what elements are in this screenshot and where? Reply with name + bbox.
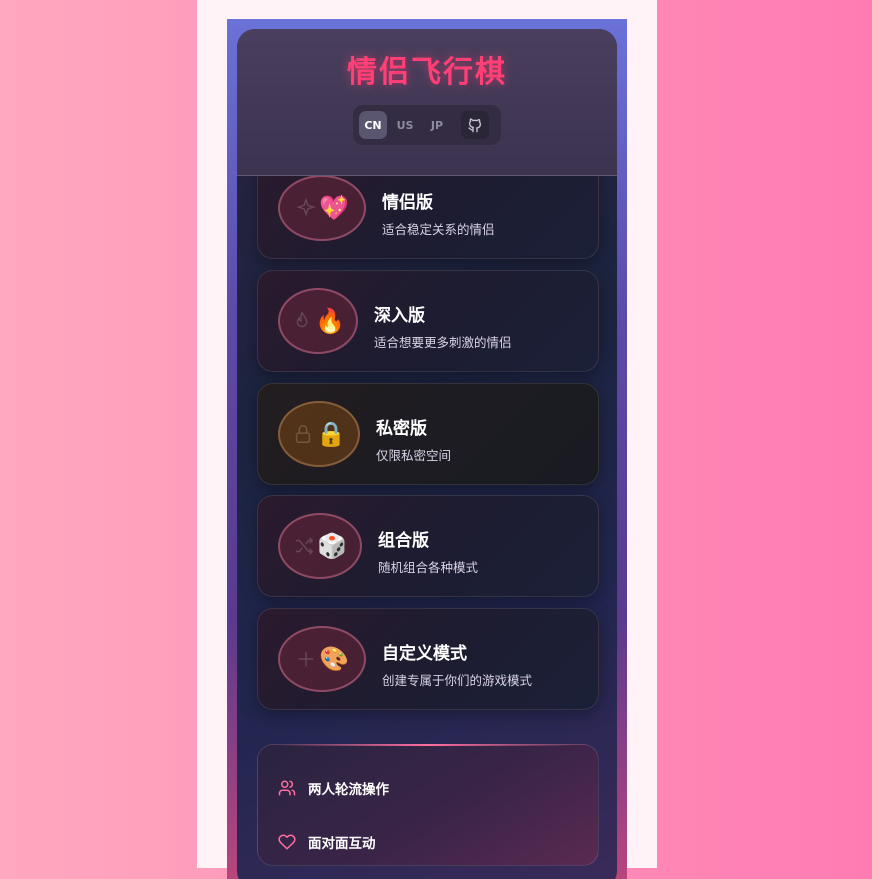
- app-panel: 情侣飞行棋 CN US JP 💖 情侣版 适合稳定关系的情侣 🔥 深入版 适合想…: [237, 29, 617, 879]
- mode-desc: 适合想要更多刺激的情侣: [374, 335, 512, 350]
- users-icon: [278, 780, 296, 796]
- lang-cn-button[interactable]: CN: [359, 111, 387, 139]
- lock-icon: [295, 425, 311, 443]
- mode-name: 私密版: [376, 419, 427, 439]
- mode-desc: 适合稳定关系的情侣: [382, 222, 495, 237]
- mode-icon-badge: 🔥: [278, 288, 358, 354]
- mode-text: 情侣版 适合稳定关系的情侣: [382, 188, 495, 238]
- mode-icon-badge: 🎨: [278, 626, 366, 692]
- dice-icon: 🎲: [317, 532, 347, 560]
- plus-icon: [298, 651, 314, 667]
- feature-item: 面对面互动: [278, 832, 376, 852]
- mode-icon-badge: 💖: [278, 175, 366, 241]
- header: 情侣飞行棋 CN US JP: [237, 29, 617, 176]
- mode-text: 私密版 仅限私密空间: [376, 414, 451, 464]
- lang-jp-button[interactable]: JP: [423, 111, 451, 139]
- mode-text: 组合版 随机组合各种模式: [378, 526, 478, 576]
- mode-card-private[interactable]: 🔒 私密版 仅限私密空间: [257, 383, 599, 485]
- mode-desc: 随机组合各种模式: [378, 560, 479, 575]
- page-container: 情侣飞行棋 CN US JP 💖 情侣版 适合稳定关系的情侣 🔥 深入版 适合想…: [197, 0, 657, 879]
- palette-icon: 🎨: [319, 645, 349, 673]
- shuffle-icon: [295, 537, 314, 555]
- app-frame: 情侣飞行棋 CN US JP 💖 情侣版 适合稳定关系的情侣 🔥 深入版 适合想…: [227, 19, 627, 879]
- mode-name: 自定义模式: [382, 644, 467, 664]
- mode-card-combo[interactable]: 🎲 组合版 随机组合各种模式: [257, 495, 599, 597]
- feature-item: 两人轮流操作: [278, 778, 389, 798]
- feature-label: 两人轮流操作: [308, 782, 389, 798]
- feature-label: 面对面互动: [308, 836, 376, 852]
- mode-icon-badge: 🎲: [278, 513, 362, 579]
- mode-card-deep[interactable]: 🔥 深入版 适合想要更多刺激的情侣: [257, 270, 599, 372]
- mode-name: 组合版: [378, 531, 429, 551]
- github-button[interactable]: [461, 111, 489, 139]
- fire-icon: 🔥: [315, 307, 345, 335]
- lang-us-button[interactable]: US: [391, 111, 419, 139]
- mode-name: 情侣版: [382, 193, 433, 213]
- mode-icon-badge: 🔒: [278, 401, 360, 467]
- mode-text: 自定义模式 创建专属于你们的游戏模式: [382, 639, 532, 689]
- padlock-icon: 🔒: [316, 420, 346, 448]
- flame-icon: [296, 311, 308, 328]
- language-switcher: CN US JP: [353, 105, 501, 145]
- mode-name: 深入版: [374, 306, 425, 326]
- mode-card-custom[interactable]: 🎨 自定义模式 创建专属于你们的游戏模式: [257, 608, 599, 710]
- features-panel: 两人轮流操作 面对面互动: [257, 744, 599, 866]
- sparkling-heart-icon: 💖: [319, 194, 349, 222]
- sparkles-icon: [296, 197, 316, 217]
- mode-desc: 创建专属于你们的游戏模式: [382, 673, 533, 688]
- mode-text: 深入版 适合想要更多刺激的情侣: [374, 301, 512, 351]
- mode-desc: 仅限私密空间: [376, 448, 452, 463]
- heart-icon: [278, 834, 296, 850]
- app-title: 情侣飞行棋: [347, 55, 507, 90]
- github-icon: [468, 118, 481, 133]
